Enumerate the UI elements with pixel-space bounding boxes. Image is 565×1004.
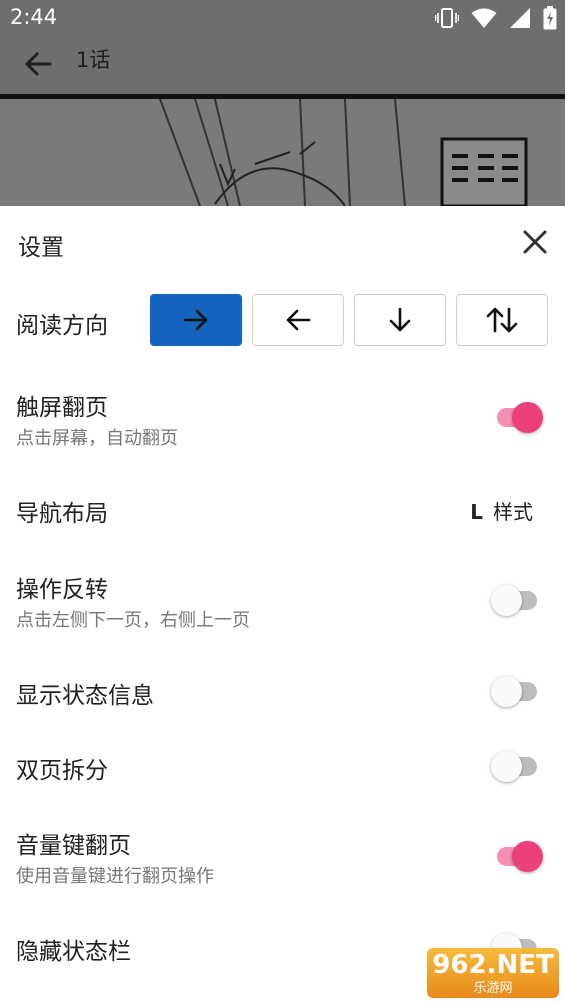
arrow-up-down-icon <box>486 307 518 333</box>
close-icon[interactable] <box>521 228 549 256</box>
switch-thumb <box>512 402 543 433</box>
status-time: 2:44 <box>10 5 58 29</box>
arrow-left-icon <box>286 309 311 331</box>
arrow-down-icon <box>389 307 411 332</box>
volume-flip-title: 音量键翻页 <box>16 833 131 859</box>
app-bar: 1话 <box>0 36 565 94</box>
wifi-icon <box>471 8 497 28</box>
nav-layout-letter: L <box>470 500 483 524</box>
direction-vertical-button[interactable] <box>456 294 548 346</box>
status-bar: 2:44 <box>0 0 565 36</box>
reading-direction-label: 阅读方向 <box>16 313 108 339</box>
nav-layout-title: 导航布局 <box>16 501 108 527</box>
manga-page-preview <box>0 94 565 206</box>
sheet-title: 设置 <box>18 235 64 261</box>
chapter-title: 1话 <box>76 48 111 72</box>
touch-flip-title: 触屏翻页 <box>16 395 108 421</box>
reverse-op-title: 操作反转 <box>16 577 108 603</box>
volume-flip-subtitle: 使用音量键进行翻页操作 <box>16 866 214 887</box>
volume-flip-switch[interactable] <box>493 838 543 874</box>
direction-down-button[interactable] <box>354 294 446 346</box>
hide-statusbar-title: 隐藏状态栏 <box>16 939 131 965</box>
show-status-title: 显示状态信息 <box>16 683 154 709</box>
back-arrow-icon[interactable] <box>20 46 56 82</box>
switch-thumb <box>512 841 543 872</box>
battery-icon <box>543 6 557 30</box>
switch-thumb <box>491 676 522 707</box>
signal-icon <box>510 8 530 28</box>
double-split-title: 双页拆分 <box>16 758 108 784</box>
switch-thumb <box>491 585 522 616</box>
vibrate-icon <box>435 8 459 28</box>
switch-thumb <box>491 751 522 782</box>
site-watermark-logo: 962.NET 乐游网 <box>427 948 559 998</box>
touch-flip-subtitle: 点击屏幕，自动翻页 <box>16 428 178 449</box>
arrow-right-icon <box>183 309 208 331</box>
show-status-switch[interactable] <box>491 673 543 709</box>
nav-layout-value[interactable]: L 样式 <box>470 496 533 525</box>
direction-left-button[interactable] <box>252 294 344 346</box>
settings-sheet: 设置 阅读方向 触屏翻页 点击屏幕，自动翻页 导航布局 L 样式 操作反转 点击… <box>0 206 565 1004</box>
manga-art <box>0 94 565 206</box>
watermark-text: 962.NET <box>432 950 554 980</box>
touch-flip-switch[interactable] <box>493 399 543 435</box>
double-split-switch[interactable] <box>491 748 543 784</box>
status-icons <box>435 6 557 30</box>
reverse-op-switch[interactable] <box>491 582 543 618</box>
nav-layout-style: 样式 <box>493 500 533 524</box>
direction-right-button[interactable] <box>150 294 242 346</box>
reverse-op-subtitle: 点击左侧下一页，右侧上一页 <box>16 610 250 631</box>
watermark-subtext: 乐游网 <box>473 981 513 996</box>
